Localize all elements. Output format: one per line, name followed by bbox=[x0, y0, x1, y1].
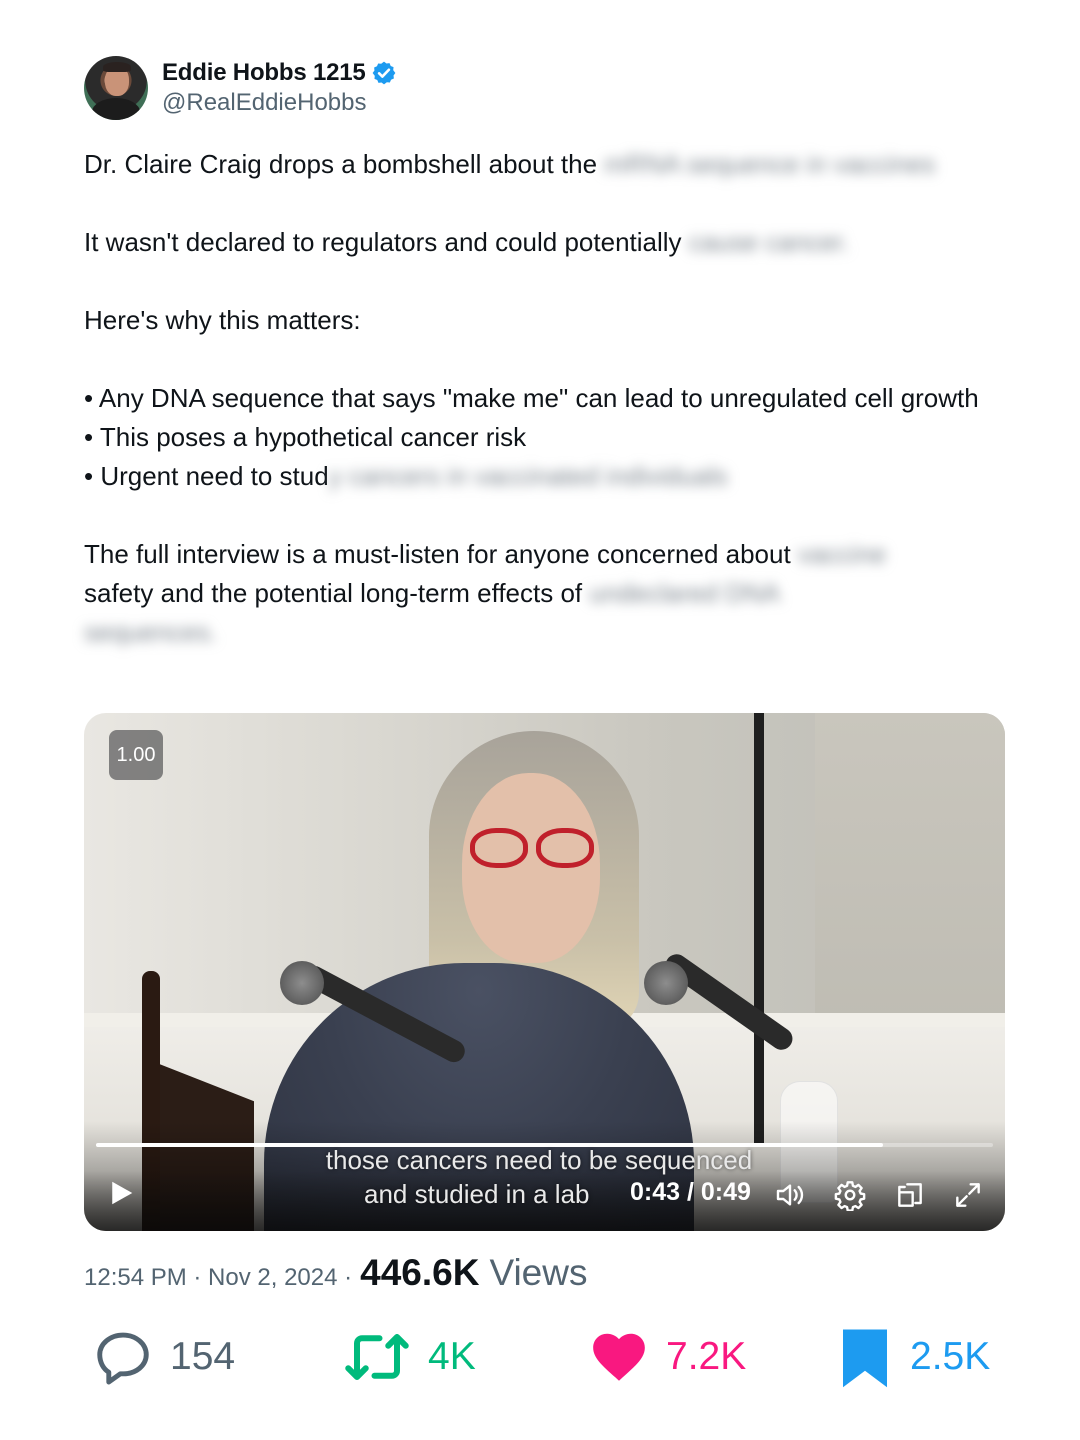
views-count: 446.6K bbox=[360, 1252, 480, 1293]
fullscreen-icon[interactable] bbox=[952, 1179, 984, 1211]
blurred-text: y cancers in vaccinated individuals bbox=[328, 461, 728, 491]
closing-line-a-text: The full interview is a must-listen for … bbox=[84, 539, 791, 569]
tweet-header: Eddie Hobbs 1215 @RealEddieHobbs bbox=[84, 56, 397, 120]
caption-line-1: those cancers need to be sequenced bbox=[325, 1145, 753, 1175]
name-row: Eddie Hobbs 1215 bbox=[162, 59, 397, 87]
tweet-line-2-text: It wasn't declared to regulators and cou… bbox=[84, 227, 682, 257]
closing-line-b: safety and the potential long-term effec… bbox=[84, 574, 1014, 613]
retweet-icon bbox=[345, 1334, 409, 1380]
closing-line-a: The full interview is a must-listen for … bbox=[84, 535, 1014, 574]
tweet-line-3: Here's why this matters: bbox=[84, 305, 361, 335]
tweet-line-1-text: Dr. Claire Craig drops a bombshell about… bbox=[84, 149, 598, 179]
bullet-3-text: • Urgent need to stud bbox=[84, 461, 329, 491]
playback-speed-badge[interactable]: 1.00 bbox=[109, 730, 163, 780]
tweet-line-2: It wasn't declared to regulators and cou… bbox=[84, 223, 1014, 262]
bookmark-button[interactable]: 2.5K bbox=[836, 1322, 990, 1392]
display-name[interactable]: Eddie Hobbs 1215 bbox=[162, 59, 366, 87]
bullet-1: • Any DNA sequence that says "make me" c… bbox=[84, 383, 979, 413]
picture-in-picture-icon[interactable] bbox=[894, 1179, 926, 1211]
bookmark-icon bbox=[843, 1329, 887, 1388]
action-bar: 154 4K 7.2K 2.5K bbox=[84, 1322, 1004, 1392]
volume-icon[interactable] bbox=[774, 1179, 806, 1211]
heart-icon bbox=[593, 1333, 645, 1381]
reply-count: 154 bbox=[170, 1335, 236, 1378]
tweet-meta: 12:54 PM · Nov 2, 2024 · 446.6K Views bbox=[84, 1252, 587, 1294]
reply-button[interactable]: 154 bbox=[92, 1322, 235, 1392]
closing-line-b-text: safety and the potential long-term effec… bbox=[84, 578, 583, 608]
retweet-button[interactable]: 4K bbox=[342, 1322, 476, 1392]
bullet-2: • This poses a hypothetical cancer risk bbox=[84, 422, 527, 452]
blurred-text: undeclared DNA bbox=[582, 578, 781, 608]
blurred-text: vaccine bbox=[790, 539, 887, 569]
play-icon[interactable] bbox=[106, 1178, 136, 1208]
blurred-text: sequences. bbox=[84, 617, 217, 647]
blurred-text: mRNA sequence in vaccines bbox=[597, 149, 936, 179]
like-count: 7.2K bbox=[666, 1335, 747, 1378]
bullet-3: • Urgent need to study cancers in vaccin… bbox=[84, 457, 1014, 496]
author-block: Eddie Hobbs 1215 @RealEddieHobbs bbox=[162, 59, 397, 117]
like-button[interactable]: 7.2K bbox=[588, 1322, 746, 1392]
avatar[interactable] bbox=[84, 56, 148, 120]
retweet-count: 4K bbox=[428, 1335, 476, 1378]
handle[interactable]: @RealEddieHobbs bbox=[162, 89, 397, 117]
tweet-page: Eddie Hobbs 1215 @RealEddieHobbs Dr. Cla… bbox=[0, 0, 1080, 1440]
reply-icon bbox=[97, 1332, 149, 1385]
bookmark-count: 2.5K bbox=[910, 1335, 991, 1378]
video-time: 0:43 / 0:49 bbox=[630, 1178, 751, 1206]
video-player[interactable]: 1.00 those cancers need to be sequenced … bbox=[84, 713, 1005, 1231]
blurred-text: cause cancer. bbox=[681, 227, 850, 257]
timestamp[interactable]: 12:54 PM · Nov 2, 2024 · bbox=[84, 1264, 352, 1292]
views-label: Views bbox=[489, 1252, 588, 1293]
tweet-line-1: Dr. Claire Craig drops a bombshell about… bbox=[84, 145, 1014, 184]
closing-line-c: sequences. bbox=[84, 613, 1014, 652]
verified-badge-icon bbox=[372, 61, 395, 85]
tweet-text: Dr. Claire Craig drops a bombshell about… bbox=[84, 145, 1014, 652]
settings-icon[interactable] bbox=[834, 1179, 866, 1211]
